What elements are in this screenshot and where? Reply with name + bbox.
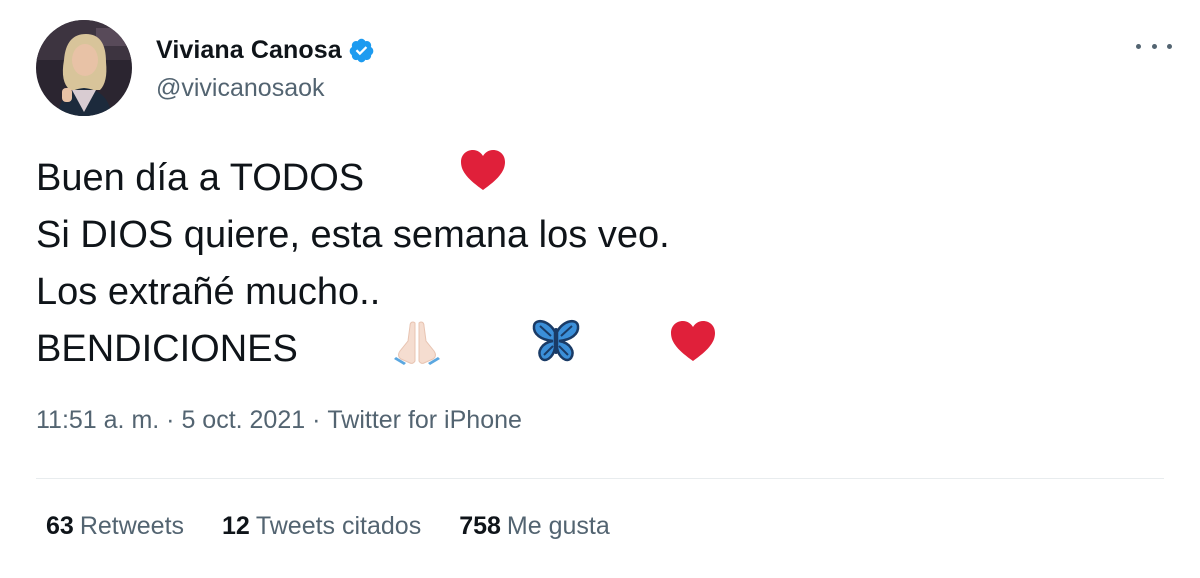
more-horizontal-icon bbox=[1151, 43, 1157, 49]
more-horizontal-icon bbox=[1167, 43, 1172, 49]
tweet-line: BENDICIONES bbox=[36, 319, 717, 378]
retweets-stat[interactable]: 63 Retweets bbox=[46, 512, 184, 541]
tweet-line: Si DIOS quiere, esta semana los veo. bbox=[36, 207, 717, 264]
tweet-meta: 11:51 a. m. · 5 oct. 2021 · Twitter for … bbox=[36, 406, 522, 435]
quote-tweets-label: Tweets citados bbox=[255, 512, 422, 540]
tweet-date[interactable]: 5 oct. 2021 bbox=[181, 406, 305, 435]
tweet-line-text: BENDICIONES bbox=[36, 328, 298, 370]
retweets-count: 63 bbox=[46, 512, 74, 540]
tweet-line: Buen día a TODOS bbox=[36, 150, 717, 207]
retweets-label: Retweets bbox=[79, 512, 185, 540]
tweet-time[interactable]: 11:51 a. m. bbox=[36, 406, 159, 435]
likes-label: Me gusta bbox=[506, 512, 610, 540]
name-row: Viviana Canosa bbox=[156, 34, 375, 68]
likes-stat[interactable]: 758 Me gusta bbox=[459, 512, 610, 541]
quote-tweets-stat[interactable]: 12 Tweets citados bbox=[222, 512, 421, 541]
tweet-line-text: Buen día a TODOS bbox=[36, 157, 365, 199]
likes-count: 758 bbox=[459, 512, 501, 540]
quote-tweets-count: 12 bbox=[222, 512, 250, 540]
meta-separator: · bbox=[159, 406, 182, 434]
tweet-stats: 63 Retweets 12 Tweets citados 758 Me gus… bbox=[46, 512, 648, 541]
tweet-text: Buen día a TODOS Si DIOS quiere, esta se… bbox=[36, 150, 717, 378]
display-name[interactable]: Viviana Canosa bbox=[156, 36, 342, 65]
tweet-header: Viviana Canosa @vivicanosaok bbox=[36, 20, 375, 116]
more-horizontal-icon bbox=[1136, 43, 1141, 49]
tweet-source-link[interactable]: Twitter for iPhone bbox=[327, 406, 522, 435]
tweet-card: Viviana Canosa @vivicanosaok Buen día a … bbox=[0, 0, 1200, 578]
verified-badge-icon bbox=[348, 37, 375, 64]
divider bbox=[36, 478, 1164, 479]
meta-separator: · bbox=[305, 406, 328, 434]
author-names: Viviana Canosa @vivicanosaok bbox=[156, 34, 375, 103]
avatar[interactable] bbox=[36, 20, 132, 116]
more-options-button[interactable] bbox=[1136, 34, 1172, 58]
tweet-line-text: Si DIOS quiere, esta semana los veo. bbox=[36, 214, 670, 256]
red-heart-icon bbox=[585, 262, 717, 437]
author-handle[interactable]: @vivicanosaok bbox=[156, 74, 375, 103]
